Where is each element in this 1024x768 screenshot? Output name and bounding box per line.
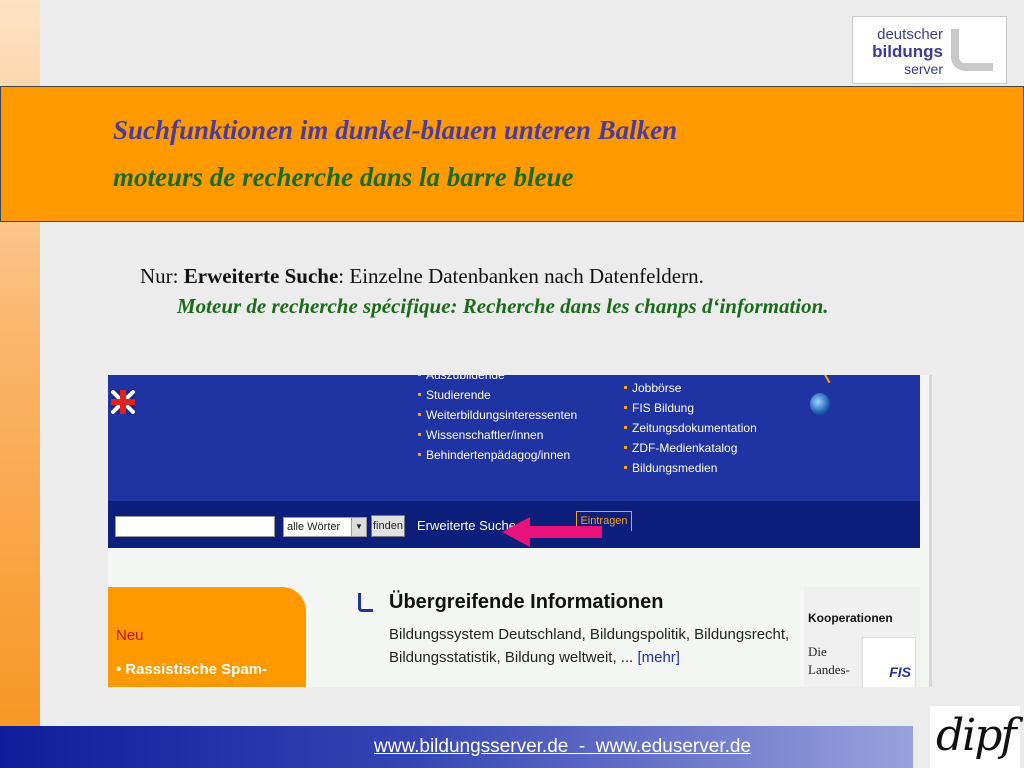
uk-flag-icon[interactable] [111, 390, 135, 414]
search-bar: alle Wörter ▼ finden Erweiterte Suche Ein… [108, 501, 920, 548]
nav-column-services: Jobbörse FIS Bildung Zeitungsdokumentati… [624, 378, 757, 478]
news-item[interactable]: • Rassistische Spam- [116, 661, 271, 678]
search-input[interactable] [115, 516, 275, 537]
cooperations-line-2: Landes- [808, 662, 850, 677]
search-mode-select[interactable]: alle Wörter ▼ [283, 517, 367, 537]
cooperations-text: Die Landes- [808, 643, 850, 679]
nav-item[interactable]: Wissenschaftler/innen [418, 425, 577, 445]
nav-item[interactable]: Studierende [418, 385, 577, 405]
body-prefix: Nur: [140, 264, 184, 288]
fis-logo-text: FIS [889, 664, 911, 680]
globe-icon[interactable] [810, 393, 830, 415]
footer-urls[interactable]: www.bildungsserver.de - www.eduserver.de [374, 736, 751, 758]
title-french: moteurs de recherche dans la barre bleue [113, 162, 574, 192]
nav-item[interactable]: Jobbörse [624, 378, 757, 398]
nav-item[interactable]: Bildungsmedien [624, 458, 757, 478]
bildungsserver-logo[interactable]: deutscher bildungs server [852, 16, 1007, 84]
logo-mark-icon [951, 29, 993, 71]
section-line-2: Bildungsstatistik, Bildung weltweit, ...… [389, 646, 789, 669]
nav-item[interactable]: Auszubildende [418, 375, 577, 385]
nav-column-audiences: Auszubildende Studierende Weiterbildungs… [418, 375, 577, 465]
nav-item[interactable]: Zeitungsdokumentation [624, 418, 757, 438]
news-box: Neu • Rassistische Spam- [108, 587, 306, 687]
section-title[interactable]: Übergreifende Informationen [389, 591, 663, 614]
pointer-arrow-icon [502, 517, 602, 547]
nav-item[interactable]: Behindertenpädagog/innen [418, 445, 577, 465]
nav-item[interactable]: ZDF-Medienkatalog [624, 438, 757, 458]
section-description: Bildungssystem Deutschland, Bildungspoli… [389, 623, 789, 669]
fis-logo[interactable]: FIS [862, 637, 916, 687]
find-button[interactable]: finden [371, 515, 405, 537]
corner-mark-icon [817, 375, 831, 387]
logo-line-2: bildungs [872, 42, 943, 61]
section-mark-icon [358, 593, 373, 612]
more-link[interactable]: [mehr] [637, 649, 680, 666]
section-line-2-text: Bildungsstatistik, Bildung weltweit, ... [389, 649, 634, 666]
dipf-logo-text: dipf [936, 710, 1017, 761]
dipf-logo[interactable]: dipf [930, 706, 1020, 768]
logo-line-3: server [904, 61, 943, 77]
cooperations-box: Kooperationen Die Landes- FIS [804, 587, 920, 687]
body-line-german: Nur: Erweiterte Suche: Einzelne Datenban… [140, 264, 704, 289]
site-header-blue: Auszubildende Studierende Weiterbildungs… [108, 375, 920, 501]
body-bold-term: Erweiterte Suche [183, 264, 339, 288]
body-rest: : Einzelne Datenbanken nach Datenfeldern… [338, 264, 704, 288]
title-box: Suchfunktionen im dunkel-blauen unteren … [0, 86, 1024, 222]
news-title: Neu [116, 627, 144, 644]
search-mode-value: alle Wörter [287, 521, 341, 533]
body-line-french: Moteur de recherche spécifique: Recherch… [177, 294, 829, 318]
cooperations-line-1: Die [808, 644, 827, 659]
nav-item[interactable]: FIS Bildung [624, 398, 757, 418]
news-item-text: Rassistische Spam- [125, 661, 267, 678]
footer-bar: www.bildungsserver.de - www.eduserver.de [0, 726, 913, 768]
section-line-1: Bildungssystem Deutschland, Bildungspoli… [389, 626, 790, 643]
chevron-down-icon: ▼ [351, 518, 366, 536]
embedded-website-screenshot: Auszubildende Studierende Weiterbildungs… [108, 375, 932, 687]
title-german: Suchfunktionen im dunkel-blauen unteren … [113, 115, 678, 145]
logo-line-1: deutscher [877, 26, 943, 43]
cooperations-title: Kooperationen [808, 611, 893, 625]
nav-item[interactable]: Weiterbildungsinteressenten [418, 405, 577, 425]
